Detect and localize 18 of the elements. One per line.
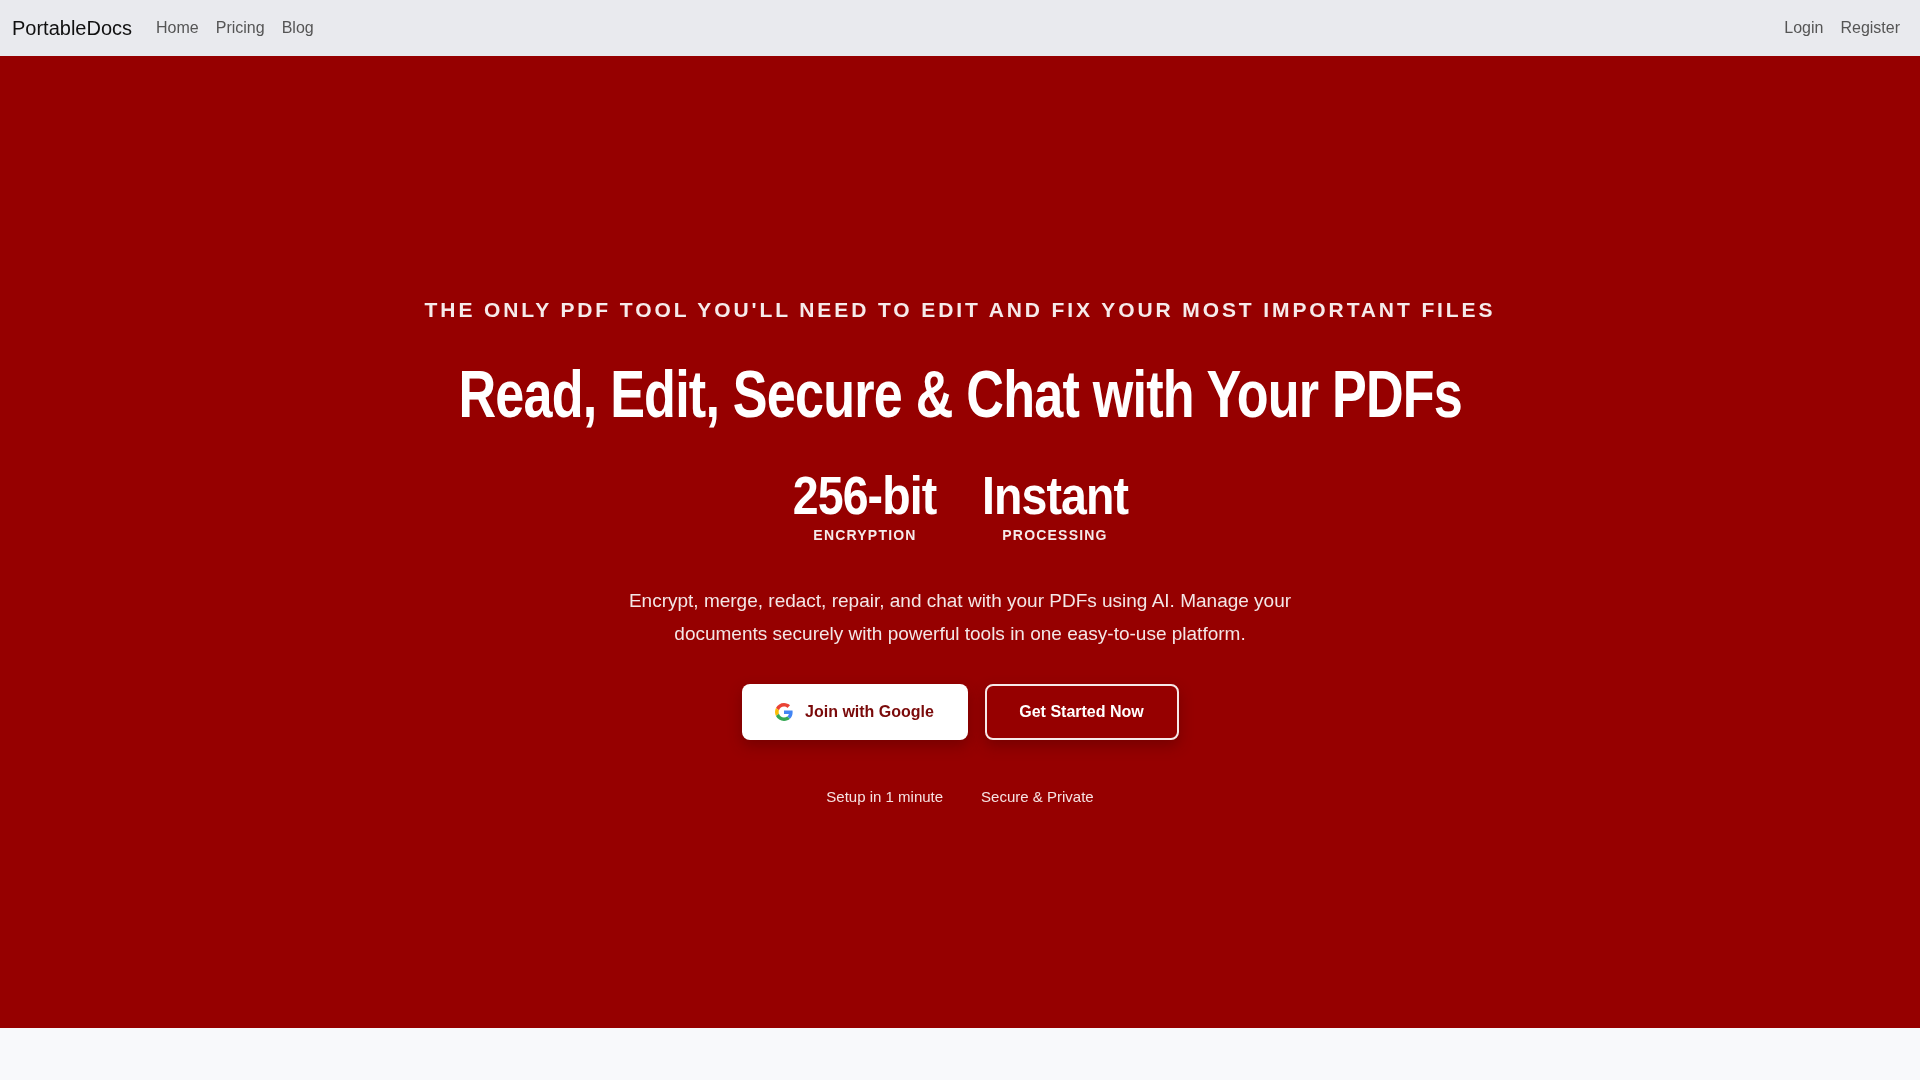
nav-link[interactable]: Pricing	[215, 19, 265, 37]
stat-value: Instant	[981, 466, 1129, 524]
auth-link[interactable]: Register	[1840, 19, 1900, 37]
get-started-button[interactable]: Get Started Now	[984, 684, 1179, 741]
stat-value: 256-bit	[793, 466, 937, 524]
feature-note: Secure & Private	[981, 788, 1094, 806]
hero-headline: Read, Edit, Secure & Chat with Your PDFs	[458, 358, 1462, 431]
hero-eyebrow: THE ONLY PDF TOOL YOU'LL NEED TO EDIT AND FIX YOUR MOST IMPORTANT FILES	[424, 298, 1496, 322]
auth-link[interactable]: Login	[1784, 19, 1824, 37]
nav-link[interactable]: Home	[156, 19, 199, 37]
nav-link[interactable]: Blog	[281, 19, 314, 37]
brand-link[interactable]: PortableDocs	[12, 16, 133, 40]
join-with-google-button[interactable]: Join with Google	[741, 684, 968, 741]
stat-label: ENCRYPTION	[813, 527, 917, 544]
hero-description: Encrypt, merge, redact, repair, and chat with your PDFs using AI. Manage your documents securely with powerful tools in one easy-to-use platform.	[627, 589, 1293, 647]
stat-label: PROCESSING	[1002, 527, 1108, 544]
feature-note: Setup in 1 minute	[826, 788, 944, 806]
g-logo-icon	[775, 703, 794, 722]
